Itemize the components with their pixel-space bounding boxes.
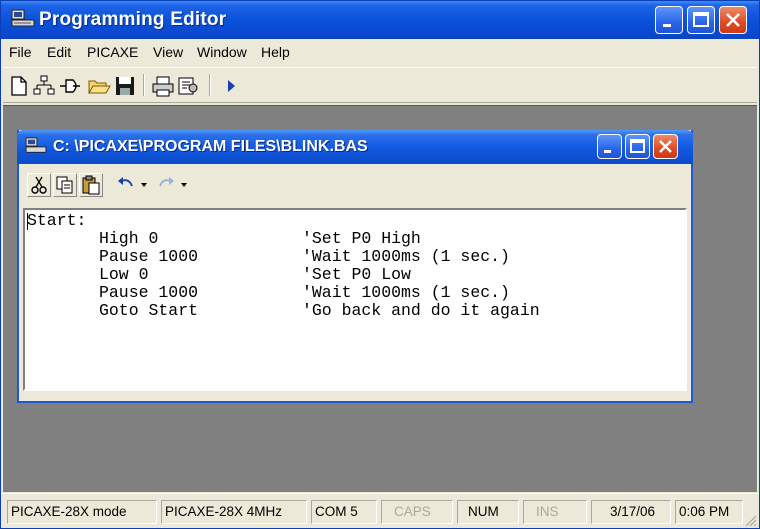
convert-button[interactable] <box>58 74 82 98</box>
code-statement: Low 0 <box>99 265 149 284</box>
save-button[interactable] <box>113 74 137 98</box>
status-date: 3/17/06 <box>591 500 671 524</box>
resize-grip-icon[interactable] <box>743 513 757 527</box>
save-icon <box>116 77 134 95</box>
code-comment: 'Wait 1000ms (1 sec.) <box>302 247 510 266</box>
code-statement: Pause 1000 <box>99 283 199 302</box>
menu-view[interactable]: View <box>153 44 183 60</box>
status-ins: INS <box>523 500 587 524</box>
undo-dropdown-button[interactable] <box>138 173 150 197</box>
run-button[interactable] <box>219 74 243 98</box>
paste-button[interactable] <box>79 173 103 197</box>
status-num: NUM <box>457 500 519 524</box>
new-file-button[interactable] <box>7 74 31 98</box>
close-icon <box>659 140 672 153</box>
child-close-button[interactable] <box>653 134 678 159</box>
undo-button[interactable] <box>115 173 139 197</box>
maximize-icon <box>693 12 709 27</box>
convert-icon <box>60 79 80 93</box>
toolbar-separator <box>143 74 145 96</box>
redo-icon <box>159 177 174 187</box>
code-comment: 'Wait 1000ms (1 sec.) <box>302 283 510 302</box>
document-icon <box>25 137 47 153</box>
cut-button[interactable] <box>27 173 51 197</box>
code-editor[interactable]: Start: High 0 'Set P0 High Pause 1000 'W… <box>23 208 687 391</box>
minimize-icon <box>663 24 671 27</box>
menu-bar: File Edit PICAXE View Window Help <box>1 39 759 65</box>
undo-dropdown-icon <box>141 183 147 187</box>
status-mode: PICAXE-28X mode <box>7 500 157 524</box>
print-button[interactable] <box>151 74 175 98</box>
menu-file[interactable]: File <box>9 44 32 60</box>
new-file-icon <box>11 76 27 96</box>
open-folder-button[interactable] <box>87 74 111 98</box>
app-icon <box>11 9 35 27</box>
code-comment: 'Set P0 Low <box>302 265 411 284</box>
menu-picaxe[interactable]: PICAXE <box>87 44 138 60</box>
window-title: Programming Editor <box>39 9 227 30</box>
code-comment: 'Go back and do it again <box>302 301 540 320</box>
title-bar[interactable]: Programming Editor <box>1 1 759 39</box>
flowchart-button[interactable] <box>32 74 56 98</box>
child-minimize-button[interactable] <box>597 134 622 159</box>
maximize-button[interactable] <box>687 6 715 34</box>
close-button[interactable] <box>719 6 747 34</box>
status-port: COM 5 <box>311 500 377 524</box>
copy-icon <box>56 176 73 194</box>
status-caps: CAPS <box>381 500 453 524</box>
status-time: 0:06 PM <box>675 500 743 524</box>
child-window-title: C: \PICAXE\PROGRAM FILES\BLINK.BAS <box>53 138 368 155</box>
code-statement: Goto Start <box>99 301 199 320</box>
toolbar-separator <box>209 74 211 96</box>
minimize-button[interactable] <box>655 6 683 34</box>
code-statement: High 0 <box>99 229 159 248</box>
redo-dropdown-button[interactable] <box>178 173 190 197</box>
child-maximize-button[interactable] <box>625 134 650 159</box>
mdi-workspace: C: \PICAXE\PROGRAM FILES\BLINK.BAS Start… <box>3 105 757 492</box>
maximize-icon <box>630 139 645 153</box>
menu-help[interactable]: Help <box>261 44 290 60</box>
open-folder-icon <box>88 80 111 94</box>
code-label: Start: <box>27 211 87 230</box>
options-button[interactable] <box>176 74 200 98</box>
status-bar: PICAXE-28X mode PICAXE-28X 4MHz COM 5 CA… <box>1 493 759 528</box>
undo-icon <box>118 177 133 187</box>
code-comment: 'Set P0 High <box>302 229 421 248</box>
menu-edit[interactable]: Edit <box>47 44 71 60</box>
programming-editor-window: Programming Editor File Edit PICAXE View… <box>0 0 760 529</box>
cut-icon <box>31 176 47 194</box>
redo-button[interactable] <box>155 173 179 197</box>
minimize-icon <box>604 150 611 153</box>
child-title-bar[interactable]: C: \PICAXE\PROGRAM FILES\BLINK.BAS <box>17 130 693 164</box>
redo-dropdown-icon <box>181 183 187 187</box>
menu-window[interactable]: Window <box>197 44 247 60</box>
paste-icon <box>82 175 100 195</box>
child-toolbar <box>25 170 275 202</box>
print-icon <box>152 76 174 97</box>
status-device: PICAXE-28X 4MHz <box>161 500 307 524</box>
copy-button[interactable] <box>53 173 77 197</box>
options-icon <box>178 77 198 95</box>
close-icon <box>726 13 740 27</box>
main-toolbar <box>3 67 757 103</box>
run-icon <box>228 80 235 92</box>
flowchart-icon <box>33 75 55 95</box>
code-statement: Pause 1000 <box>99 247 199 266</box>
editor-child-window: C: \PICAXE\PROGRAM FILES\BLINK.BAS Start… <box>17 130 693 403</box>
